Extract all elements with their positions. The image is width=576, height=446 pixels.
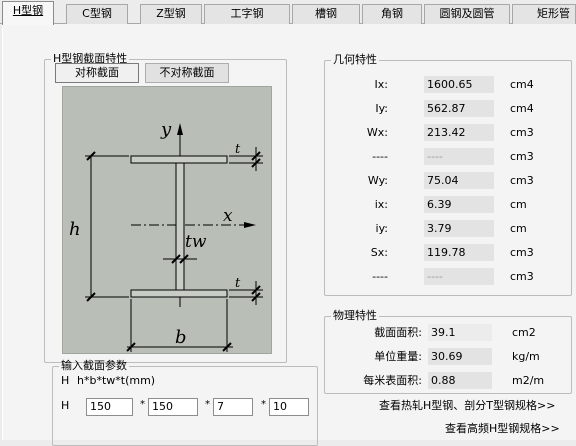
iy-radius-label: iy: (375, 222, 388, 235)
wy-modulus-label: Wy: (367, 174, 388, 187)
input-row-prefix: H (61, 399, 70, 412)
geometry-row-blank-1: ---- ---- cm3 (324, 148, 572, 165)
diagram-label-y: y (160, 119, 172, 140)
formula-hint: h*b*tw*t(mm) (77, 374, 156, 387)
ix-moment-unit: cm4 (510, 78, 534, 91)
ix-moment-value: 1600.65 (424, 76, 494, 93)
blank-1-unit: cm3 (510, 150, 534, 163)
physical-row-weight: 单位重量: 30.69 kg/m (324, 348, 572, 365)
geometry-row-ix-radius: ix: 6.39 cm (324, 196, 572, 213)
wy-modulus-value: 75.04 (424, 172, 494, 189)
tab-angle[interactable]: 角钢 (362, 4, 422, 24)
surface-value: 0.88 (428, 372, 492, 389)
tab-rect-tube[interactable]: 矩形管 (512, 4, 576, 24)
physical-row-area: 截面面积: 39.1 cm2 (324, 324, 572, 341)
x-axis-arrow (244, 222, 256, 228)
wx-modulus-unit: cm3 (510, 126, 534, 139)
tab-h-beam[interactable]: H型钢 (2, 1, 54, 25)
diagram-label-t-top: t (235, 142, 241, 157)
sx-static-value: 119.78 (424, 244, 494, 261)
separator-star: * (140, 399, 145, 410)
surface-unit: m2/m (512, 374, 545, 387)
separator-star: * (205, 399, 210, 410)
iy-moment-unit: cm4 (510, 102, 534, 115)
bottom-flange (130, 289, 228, 298)
surface-label: 每米表面积: (363, 374, 422, 387)
geometry-row-ix-moment: Ix: 1600.65 cm4 (324, 76, 572, 93)
blank-2-value: ---- (424, 268, 494, 285)
input-params-group-title: 输入截面参数 (61, 359, 127, 372)
tab-i-beam[interactable]: 工字钢 (204, 4, 290, 24)
t-input[interactable]: 10 (269, 398, 309, 416)
geometry-row-wx-modulus: Wx: 213.42 cm3 (324, 124, 572, 141)
weight-label: 单位重量: (374, 350, 422, 363)
ix-moment-label: Ix: (374, 78, 388, 91)
area-value: 39.1 (428, 324, 492, 341)
b-input[interactable]: 150 (148, 398, 198, 416)
weight-unit: kg/m (512, 350, 540, 363)
ix-radius-unit: cm (510, 198, 527, 211)
h-input[interactable]: 150 (86, 398, 133, 416)
section-type-tabs: H型钢 C型钢 Z型钢 工字钢 槽钢 角钢 圆钢及圆管 矩形管 (0, 0, 576, 25)
web (175, 162, 185, 291)
physical-group-title: 物理特性 (333, 309, 377, 322)
blank-2-label: ---- (372, 270, 388, 283)
sx-static-label: Sx: (370, 246, 388, 259)
sx-static-unit: cm3 (510, 246, 534, 259)
formula-prefix: H (61, 374, 70, 387)
tab-c-channel[interactable]: C型钢 (66, 4, 128, 24)
y-axis-arrow (177, 123, 183, 135)
iy-moment-value: 562.87 (424, 100, 494, 117)
h-section-drawing: y x h b tw t t (69, 119, 263, 352)
diagram-label-h: h (69, 219, 81, 240)
iy-radius-value: 3.79 (424, 220, 494, 237)
weight-value: 30.69 (428, 348, 492, 365)
hot-rolled-spec-link[interactable]: 查看热轧H型钢、剖分T型钢规格>> (379, 399, 555, 413)
ix-radius-value: 6.39 (424, 196, 494, 213)
geometry-row-wy-modulus: Wy: 75.04 cm3 (324, 172, 572, 189)
separator-star: * (261, 399, 266, 410)
physical-row-surface: 每米表面积: 0.88 m2/m (324, 372, 572, 389)
area-unit: cm2 (512, 326, 536, 339)
blank-2-unit: cm3 (510, 270, 534, 283)
tab-channel[interactable]: 槽钢 (292, 4, 360, 24)
symmetric-section-button[interactable]: 对称截面 (55, 63, 139, 83)
wx-modulus-value: 213.42 (424, 124, 494, 141)
wx-modulus-label: Wx: (366, 126, 388, 139)
diagram-label-tw: tw (185, 232, 207, 252)
ix-radius-label: ix: (374, 198, 388, 211)
wy-modulus-unit: cm3 (510, 174, 534, 187)
asymmetric-section-button[interactable]: 不对称截面 (145, 63, 229, 83)
blank-1-label: ---- (372, 150, 388, 163)
high-freq-spec-link[interactable]: 查看高频H型钢规格>> (445, 422, 560, 436)
area-label: 截面面积: (374, 326, 422, 339)
geometry-row-iy-moment: Iy: 562.87 cm4 (324, 100, 572, 117)
top-flange (130, 155, 228, 164)
geometry-row-blank-2: ---- ---- cm3 (324, 268, 572, 285)
blank-1-value: ---- (424, 148, 494, 165)
geometry-group-title: 几何特性 (333, 53, 377, 66)
tw-input[interactable]: 7 (213, 398, 253, 416)
iy-radius-unit: cm (510, 222, 527, 235)
tab-round-bar-pipe[interactable]: 圆钢及圆管 (424, 4, 510, 24)
h-section-diagram: y x h b tw t t (62, 86, 272, 354)
geometry-row-sx-static: Sx: 119.78 cm3 (324, 244, 572, 261)
diagram-label-x: x (223, 206, 233, 226)
diagram-label-t-bottom: t (235, 276, 241, 291)
geometry-row-iy-radius: iy: 3.79 cm (324, 220, 572, 237)
tab-z-section[interactable]: Z型钢 (140, 4, 202, 24)
iy-moment-label: Iy: (375, 102, 388, 115)
diagram-label-b: b (175, 327, 187, 348)
